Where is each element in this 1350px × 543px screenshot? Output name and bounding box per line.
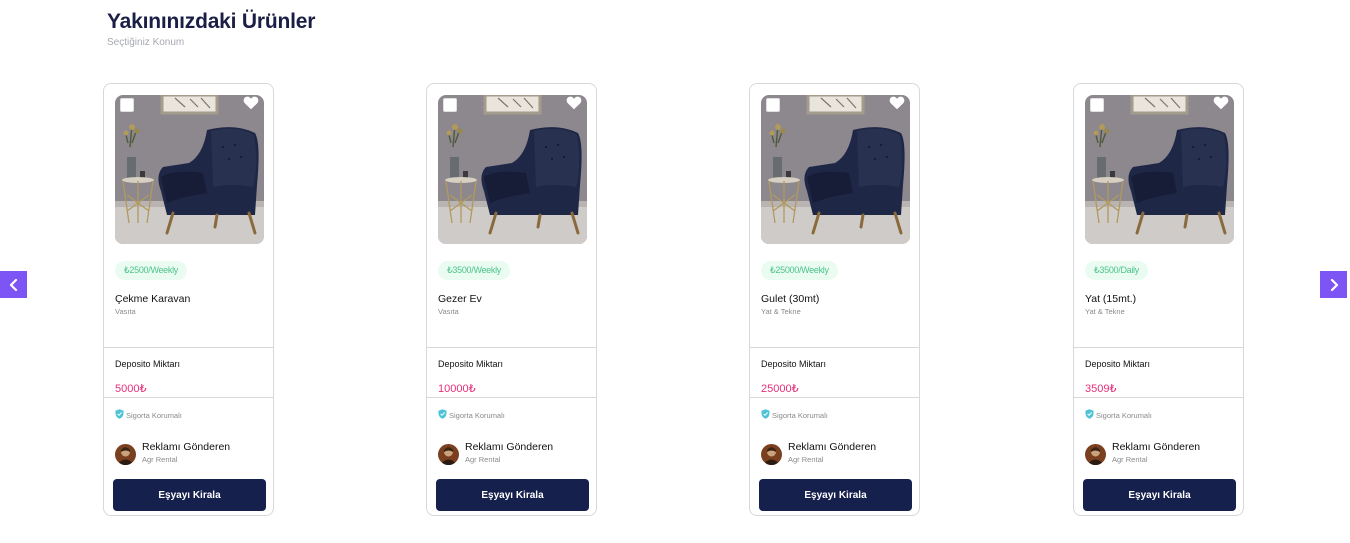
deposit-value: 5000₺	[115, 383, 147, 395]
rent-item-button[interactable]: Eşyayı Kirala	[1083, 479, 1236, 511]
divider	[104, 397, 273, 398]
divider	[750, 397, 919, 398]
rent-item-button[interactable]: Eşyayı Kirala	[436, 479, 589, 511]
select-checkbox[interactable]	[1090, 98, 1104, 112]
sender-name[interactable]: Agr Rental	[788, 455, 823, 464]
section-title: Yakınınızdaki Ürünler	[107, 10, 316, 33]
shield-check-icon	[761, 409, 770, 419]
select-checkbox[interactable]	[120, 98, 134, 112]
price-badge: ₺2500/Weekly	[115, 261, 187, 280]
select-checkbox[interactable]	[443, 98, 457, 112]
carousel-prev-button[interactable]	[0, 271, 27, 298]
product-card[interactable]: ₺3500/Weekly Gezer Ev Vasıta Deposito Mi…	[426, 83, 597, 516]
shield-check-icon	[115, 409, 124, 419]
price-badge: ₺25000/Weekly	[761, 261, 838, 280]
chevron-right-icon	[1330, 278, 1338, 291]
insurance-label: Sigorta Korumalı	[772, 411, 828, 420]
heart-icon[interactable]	[889, 96, 905, 110]
product-name[interactable]: Yat (15mt.)	[1085, 293, 1136, 305]
avatar[interactable]	[115, 444, 136, 465]
product-name[interactable]: Çekme Karavan	[115, 293, 190, 305]
divider	[1074, 397, 1243, 398]
heart-icon[interactable]	[566, 96, 582, 110]
deposit-value: 10000₺	[438, 383, 476, 395]
sender-name[interactable]: Agr Rental	[465, 455, 500, 464]
product-card[interactable]: ₺2500/Weekly Çekme Karavan Vasıta Deposi…	[103, 83, 274, 516]
product-category: Yat & Tekne	[1085, 307, 1125, 316]
deposit-label: Deposito Miktarı	[1085, 359, 1151, 369]
divider	[750, 347, 919, 348]
insurance-label: Sigorta Korumalı	[126, 411, 182, 420]
chevron-left-icon	[9, 278, 17, 291]
product-category: Vasıta	[438, 307, 459, 316]
deposit-label: Deposito Miktarı	[438, 359, 504, 369]
product-card[interactable]: ₺25000/Weekly Gulet (30mt) Yat & Tekne D…	[749, 83, 920, 516]
rent-item-button[interactable]: Eşyayı Kirala	[113, 479, 266, 511]
product-image[interactable]	[761, 95, 910, 244]
insurance-label: Sigorta Korumalı	[1096, 411, 1152, 420]
product-name[interactable]: Gezer Ev	[438, 293, 482, 305]
avatar[interactable]	[438, 444, 459, 465]
product-card[interactable]: ₺3500/Daily Yat (15mt.) Yat & Tekne Depo…	[1073, 83, 1244, 516]
divider	[1074, 347, 1243, 348]
price-badge: ₺3500/Daily	[1085, 261, 1148, 280]
deposit-value: 3509₺	[1085, 383, 1117, 395]
heart-icon[interactable]	[1213, 96, 1229, 110]
product-category: Yat & Tekne	[761, 307, 801, 316]
divider	[427, 397, 596, 398]
select-checkbox[interactable]	[766, 98, 780, 112]
shield-check-icon	[1085, 409, 1094, 419]
rent-item-button[interactable]: Eşyayı Kirala	[759, 479, 912, 511]
shield-check-icon	[438, 409, 447, 419]
product-image[interactable]	[1085, 95, 1234, 244]
divider	[104, 347, 273, 348]
sender-label: Reklamı Gönderen	[142, 441, 231, 453]
deposit-value: 25000₺	[761, 383, 799, 395]
section-subtitle: Seçtiğiniz Konum	[107, 37, 185, 48]
product-name[interactable]: Gulet (30mt)	[761, 293, 819, 305]
product-category: Vasıta	[115, 307, 136, 316]
product-image[interactable]	[115, 95, 264, 244]
sender-name[interactable]: Agr Rental	[1112, 455, 1147, 464]
divider	[427, 347, 596, 348]
sender-label: Reklamı Gönderen	[1112, 441, 1201, 453]
heart-icon[interactable]	[243, 96, 259, 110]
sender-label: Reklamı Gönderen	[788, 441, 877, 453]
deposit-label: Deposito Miktarı	[115, 359, 181, 369]
deposit-label: Deposito Miktarı	[761, 359, 827, 369]
avatar[interactable]	[1085, 444, 1106, 465]
product-image[interactable]	[438, 95, 587, 244]
avatar[interactable]	[761, 444, 782, 465]
section-header: Yakınınızdaki Ürünler Seçtiğiniz Konum	[107, 10, 315, 48]
price-badge: ₺3500/Weekly	[438, 261, 510, 280]
insurance-label: Sigorta Korumalı	[449, 411, 505, 420]
sender-label: Reklamı Gönderen	[465, 441, 554, 453]
sender-name[interactable]: Agr Rental	[142, 455, 177, 464]
carousel-next-button[interactable]	[1320, 271, 1347, 298]
